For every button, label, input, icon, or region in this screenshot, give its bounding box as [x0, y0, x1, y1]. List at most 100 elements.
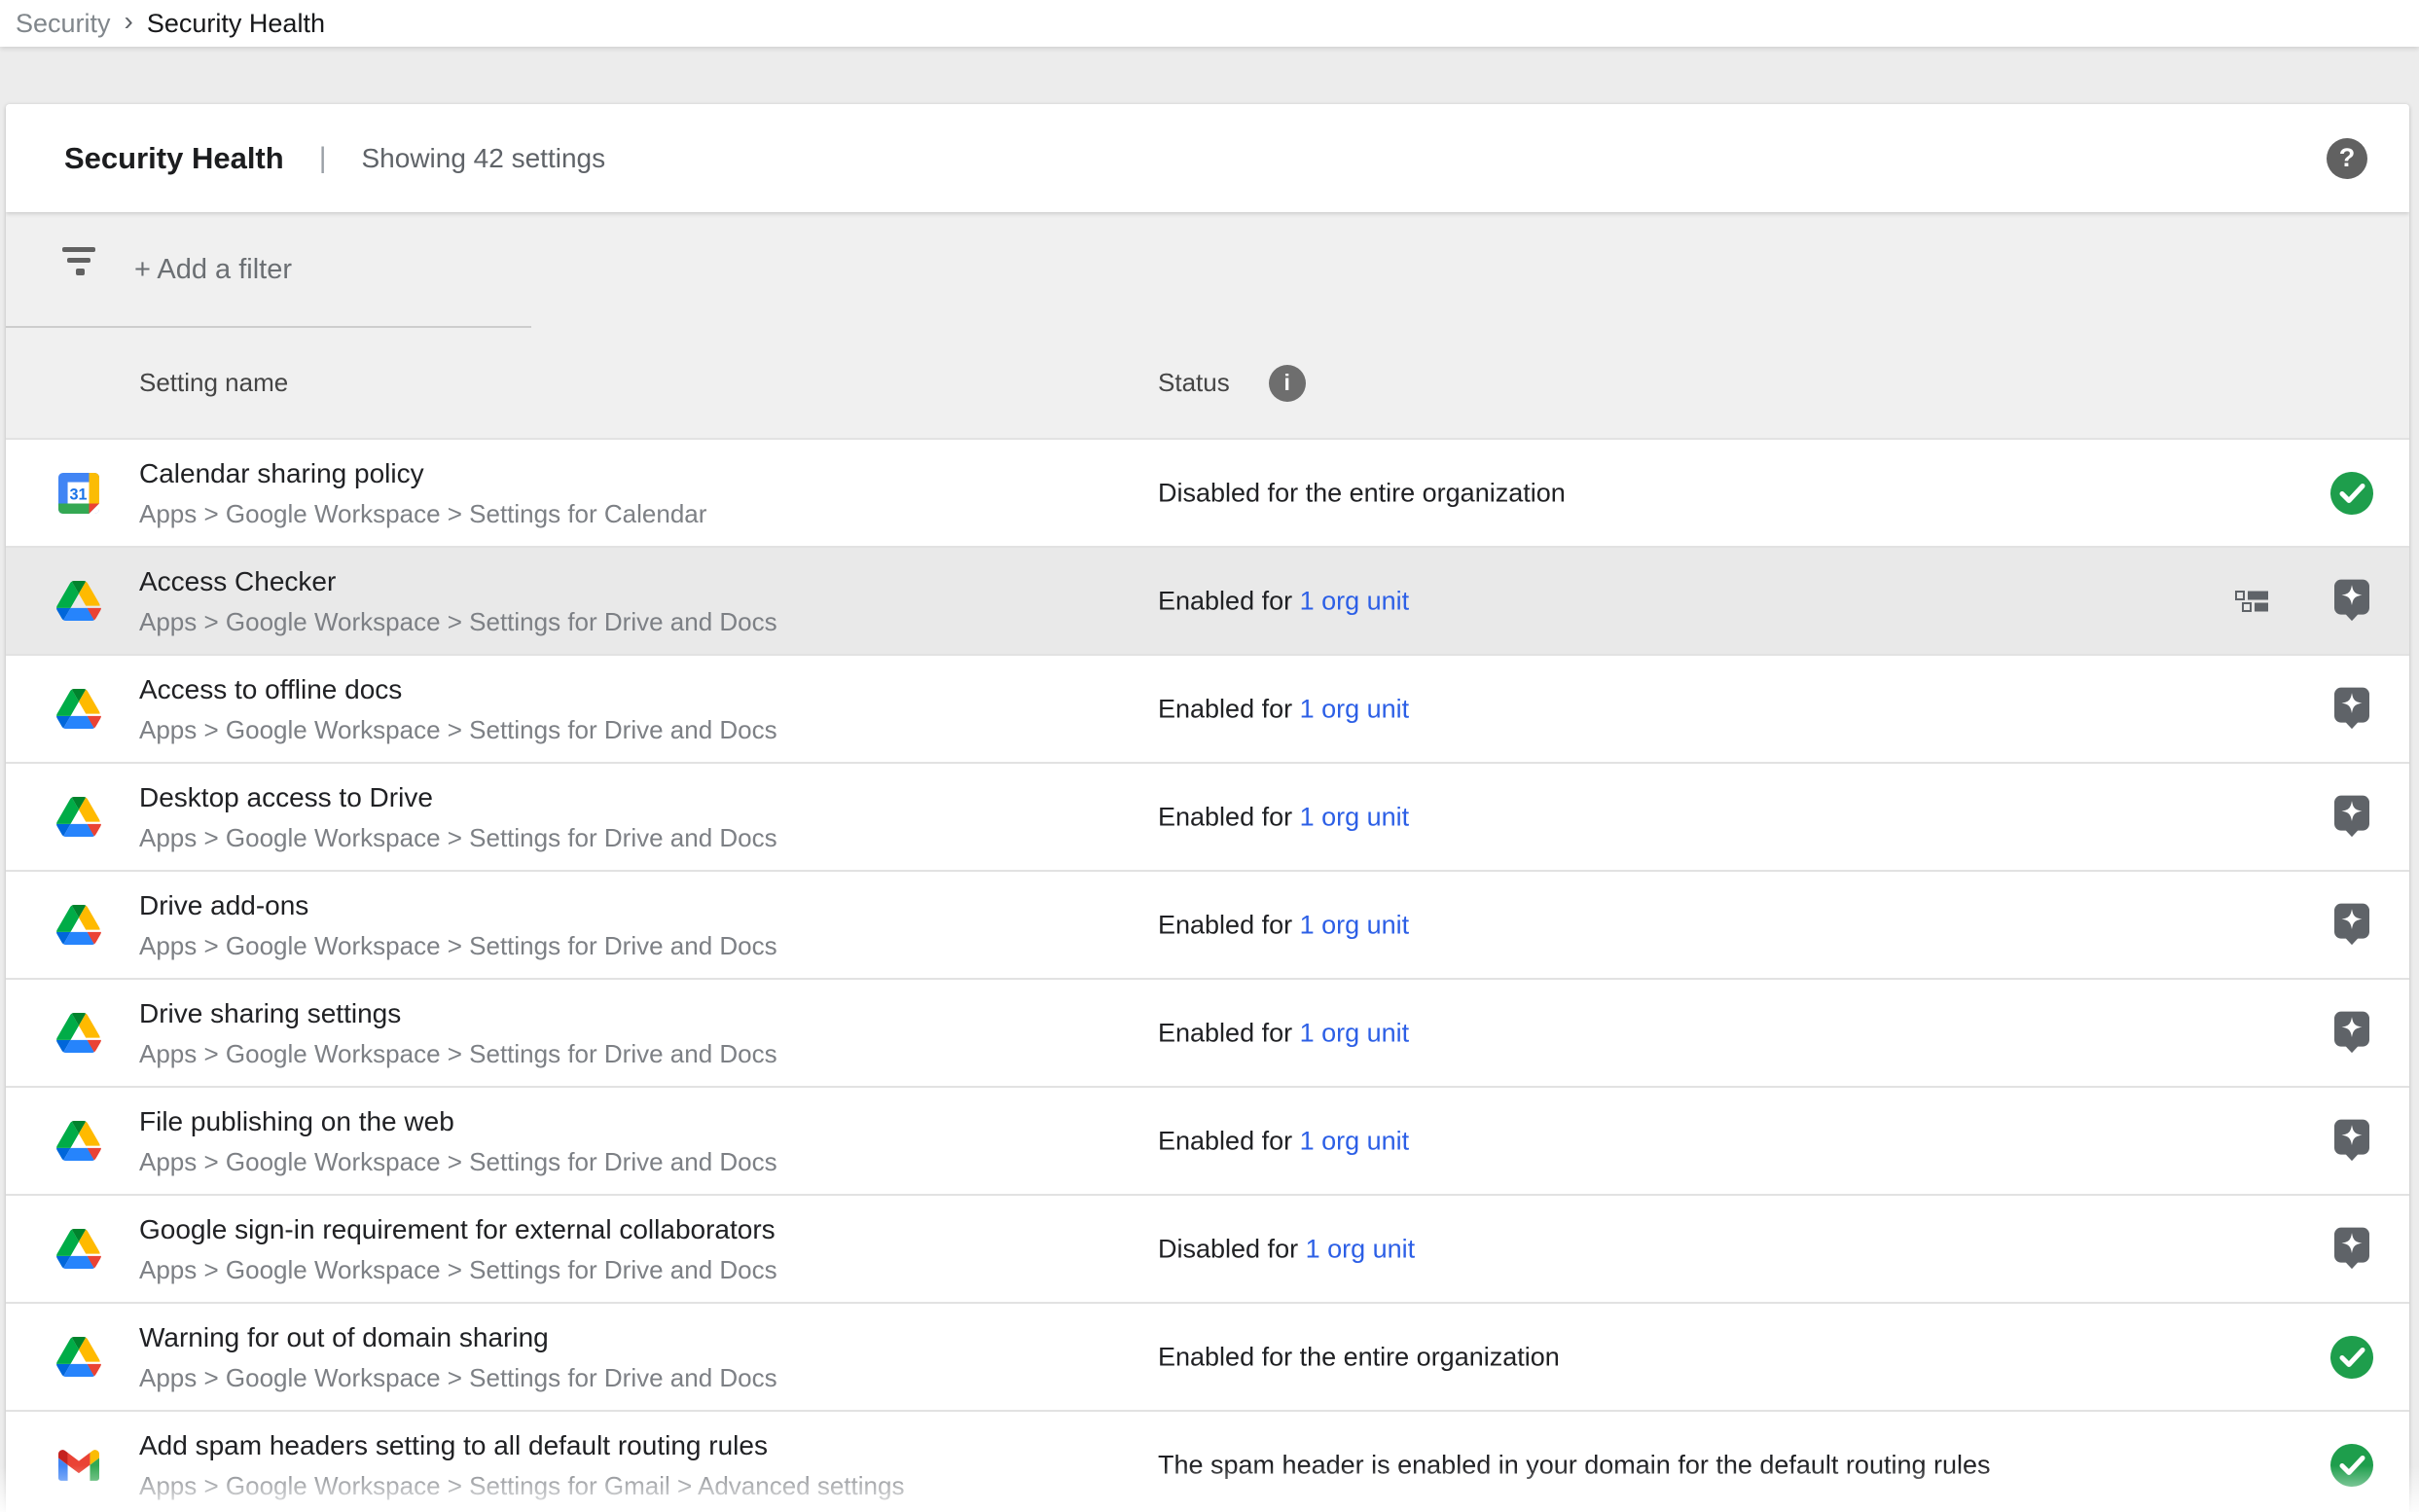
setting-text: Add spam headers setting to all default … [139, 1428, 904, 1502]
setting-text: Drive sharing settings Apps > Google Work… [139, 996, 777, 1070]
setting-status: The spam header is enabled in your domai… [1158, 1450, 1991, 1480]
card-header: Security Health | Showing 42 settings ? [6, 104, 2409, 212]
setting-path: Apps > Google Workspace > Settings for D… [139, 929, 777, 962]
setting-title: Access to offline docs [139, 672, 777, 707]
setting-text: Calendar sharing policy Apps > Google Wor… [139, 456, 706, 530]
google-drive-icon [56, 903, 101, 948]
status-ok-check-icon [2330, 1444, 2373, 1487]
google-drive-icon [56, 579, 101, 624]
org-unit-link[interactable]: 1 org unit [1300, 694, 1410, 723]
setting-row[interactable]: Add spam headers setting to all default … [6, 1410, 2409, 1512]
setting-title: Add spam headers setting to all default … [139, 1428, 904, 1463]
breadcrumb-security-link[interactable]: Security [16, 9, 111, 39]
setting-text: File publishing on the web Apps > Google … [139, 1104, 777, 1178]
setting-text: Warning for out of domain sharing Apps > … [139, 1320, 777, 1394]
org-unit-link[interactable]: 1 org unit [1300, 1018, 1410, 1047]
setting-title: Desktop access to Drive [139, 780, 777, 815]
recommendation-flag-icon[interactable] [2333, 1118, 2370, 1161]
setting-title: Drive sharing settings [139, 996, 777, 1031]
info-icon[interactable]: i [1269, 365, 1306, 402]
setting-path: Apps > Google Workspace > Settings for D… [139, 1361, 777, 1394]
status-text: Enabled for [1158, 586, 1300, 615]
setting-status: Enabled for 1 org unit [1158, 1018, 1409, 1048]
recommendation-flag-icon[interactable] [2333, 1010, 2370, 1053]
filter-list-icon[interactable] [62, 247, 97, 276]
setting-path: Apps > Google Workspace > Settings for D… [139, 1145, 777, 1178]
settings-count: Showing 42 settings [362, 143, 606, 174]
status-column-header: Status [1158, 368, 1230, 398]
setting-text: Google sign-in requirement for external … [139, 1212, 777, 1286]
setting-text: Drive add-ons Apps > Google Workspace > S… [139, 888, 777, 962]
setting-status: Enabled for 1 org unit [1158, 802, 1409, 832]
setting-path: Apps > Google Workspace > Settings for D… [139, 1253, 777, 1286]
add-filter-button[interactable]: + Add a filter [134, 254, 292, 286]
setting-path: Apps > Google Workspace > Settings for C… [139, 497, 706, 530]
google-drive-icon [56, 795, 101, 840]
setting-row[interactable]: 31 Calendar sharing policy Apps > Google … [6, 438, 2409, 546]
status-text: Enabled for [1158, 694, 1300, 723]
setting-status: Enabled for 1 org unit [1158, 586, 1409, 616]
setting-row[interactable]: Drive sharing settings Apps > Google Work… [6, 978, 2409, 1086]
status-text: The spam header is enabled in your domai… [1158, 1450, 1991, 1479]
setting-text: Access Checker Apps > Google Workspace > … [139, 564, 777, 638]
setting-row[interactable]: Access Checker Apps > Google Workspace > … [6, 546, 2409, 654]
setting-path: Apps > Google Workspace > Settings for G… [139, 1469, 904, 1502]
recommendation-flag-icon[interactable] [2333, 902, 2370, 945]
google-drive-icon [56, 1335, 101, 1380]
setting-row[interactable]: Google sign-in requirement for external … [6, 1194, 2409, 1302]
setting-row[interactable]: File publishing on the web Apps > Google … [6, 1086, 2409, 1194]
setting-title: Drive add-ons [139, 888, 777, 923]
page-title: Security Health [64, 141, 284, 176]
status-text: Disabled for the entire organization [1158, 478, 1566, 507]
setting-title: Warning for out of domain sharing [139, 1320, 777, 1355]
status-text: Enabled for [1158, 910, 1300, 939]
help-icon[interactable]: ? [2327, 138, 2367, 179]
recommendation-flag-icon[interactable] [2333, 1226, 2370, 1269]
recommendation-flag-icon[interactable] [2333, 686, 2370, 729]
google-gmail-icon [56, 1443, 101, 1488]
google-drive-icon [56, 687, 101, 732]
status-ok-check-icon [2330, 1336, 2373, 1379]
filter-bar: + Add a filter [6, 212, 2409, 328]
setting-row[interactable]: Access to offline docs Apps > Google Work… [6, 654, 2409, 762]
breadcrumb-current-page: Security Health [147, 9, 325, 39]
svg-text:31: 31 [69, 486, 87, 503]
setting-name-column-header: Setting name [139, 368, 288, 398]
recommendation-flag-icon[interactable] [2333, 578, 2370, 621]
recommendation-flag-icon[interactable] [2333, 794, 2370, 837]
security-health-card: Security Health | Showing 42 settings ? … [6, 104, 2409, 1512]
setting-path: Apps > Google Workspace > Settings for D… [139, 1037, 777, 1070]
setting-path: Apps > Google Workspace > Settings for D… [139, 821, 777, 854]
setting-title: Calendar sharing policy [139, 456, 706, 491]
google-calendar-icon: 31 [56, 471, 101, 516]
setting-title: File publishing on the web [139, 1104, 777, 1139]
google-drive-icon [56, 1011, 101, 1056]
setting-title: Google sign-in requirement for external … [139, 1212, 777, 1247]
org-unit-link[interactable]: 1 org unit [1300, 910, 1410, 939]
status-ok-check-icon [2330, 472, 2373, 515]
org-unit-link[interactable]: 1 org unit [1300, 1126, 1410, 1155]
setting-status: Enabled for the entire organization [1158, 1342, 1560, 1372]
org-units-icon [2235, 591, 2268, 612]
setting-path: Apps > Google Workspace > Settings for D… [139, 605, 777, 638]
title-divider: | [319, 142, 327, 175]
setting-path: Apps > Google Workspace > Settings for D… [139, 713, 777, 746]
setting-text: Desktop access to Drive Apps > Google Wor… [139, 780, 777, 854]
setting-row[interactable]: Drive add-ons Apps > Google Workspace > S… [6, 870, 2409, 978]
setting-status: Disabled for the entire organization [1158, 478, 1566, 508]
org-unit-link[interactable]: 1 org unit [1306, 1234, 1416, 1263]
settings-list: 31 Calendar sharing policy Apps > Google … [6, 438, 2409, 1512]
setting-row[interactable]: Warning for out of domain sharing Apps > … [6, 1302, 2409, 1410]
setting-status: Enabled for 1 org unit [1158, 910, 1409, 940]
google-drive-icon [56, 1119, 101, 1164]
org-unit-link[interactable]: 1 org unit [1300, 802, 1410, 831]
status-text: Enabled for [1158, 802, 1300, 831]
setting-row[interactable]: Desktop access to Drive Apps > Google Wor… [6, 762, 2409, 870]
setting-status: Enabled for 1 org unit [1158, 694, 1409, 724]
setting-text: Access to offline docs Apps > Google Work… [139, 672, 777, 746]
setting-title: Access Checker [139, 564, 777, 599]
status-text: Disabled for [1158, 1234, 1306, 1263]
org-unit-link[interactable]: 1 org unit [1300, 586, 1410, 615]
google-drive-icon [56, 1227, 101, 1272]
setting-status: Enabled for 1 org unit [1158, 1126, 1409, 1156]
